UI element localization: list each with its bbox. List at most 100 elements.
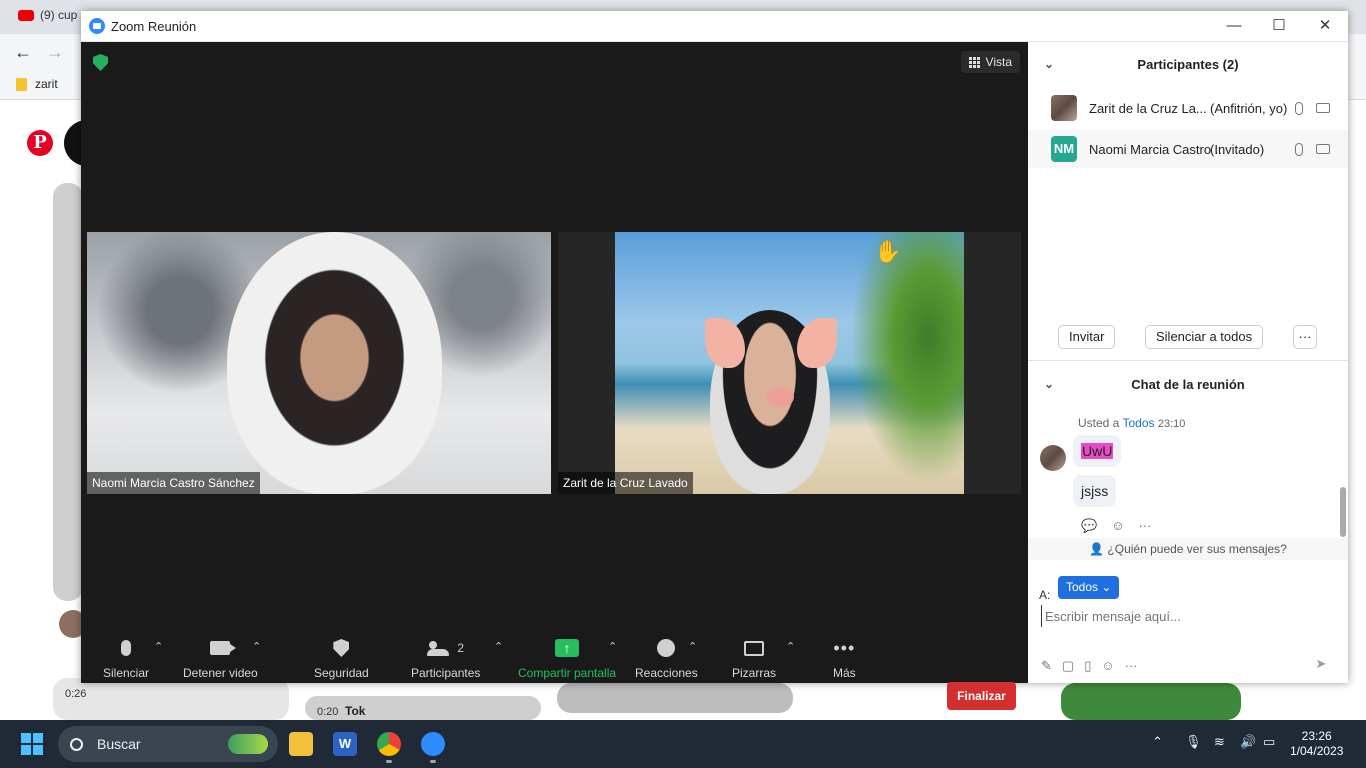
participant-name: Naomi Marcia Castro ... (1089, 141, 1226, 157)
participants-label: Participantes (411, 666, 481, 680)
more-icon[interactable]: ··· (1125, 658, 1138, 674)
encryption-shield-icon[interactable] (93, 54, 108, 71)
recipient-label: A: (1039, 588, 1051, 602)
file-explorer-icon[interactable] (289, 732, 313, 756)
reply-icon[interactable]: 💬 (1081, 518, 1097, 534)
stop-video-label: Detener video (183, 666, 258, 680)
whiteboards-options-caret[interactable]: ⌃ (786, 640, 795, 653)
screenshot-icon[interactable]: ▢ (1062, 658, 1074, 674)
participant-name: Zarit de la Cruz La... (1089, 100, 1207, 116)
minimize-button[interactable]: — (1211, 11, 1257, 42)
running-indicator (430, 760, 436, 763)
share-screen-button[interactable]: ↑ Compartir pantalla (518, 636, 616, 680)
system-clock[interactable]: 23:26 1/04/2023 (1290, 729, 1343, 759)
chrome-icon[interactable] (377, 732, 401, 756)
recipient-dropdown[interactable]: Todos ⌄ (1058, 576, 1120, 599)
chat-title: Chat de la reunión (1131, 376, 1245, 392)
show-hidden-icons[interactable]: ⌃ (1152, 734, 1163, 750)
message-actions: 💬 ☺ ··· (1081, 518, 1151, 534)
microphone-icon[interactable] (1295, 101, 1303, 115)
view-label: Vista (985, 55, 1012, 69)
chat-message[interactable]: UwU (1073, 435, 1122, 467)
video-camera-icon[interactable] (1316, 144, 1330, 154)
mute-all-button[interactable]: Silenciar a todos (1145, 325, 1264, 349)
emoji-icon[interactable]: ☺ (1101, 658, 1114, 674)
participants-icon (427, 641, 450, 656)
microphone-tray-icon[interactable]: 🎙 (1185, 734, 1202, 750)
chevron-down-icon: ⌄ (1101, 580, 1112, 594)
volume-icon[interactable]: 🔊 (1240, 734, 1256, 750)
collapse-chevron-icon[interactable]: ⌄ (1044, 57, 1054, 71)
file-icon[interactable]: ▯ (1084, 658, 1091, 674)
reactions-options-caret[interactable]: ⌃ (688, 640, 697, 653)
invite-button[interactable]: Invitar (1058, 325, 1116, 349)
chat-meta-time: 23:10 (1157, 418, 1186, 430)
chat-input[interactable] (1041, 605, 1336, 627)
whiteboards-button[interactable]: Pizarras (732, 636, 776, 680)
microphone-icon[interactable] (1295, 142, 1303, 156)
end-meeting-button[interactable]: Finalizar (947, 682, 1016, 710)
back-arrow-icon[interactable]: ← (14, 42, 32, 63)
wifi-icon[interactable]: ≋ (1214, 734, 1225, 750)
video-camera-icon (210, 641, 237, 655)
send-icon[interactable]: ➤ (1311, 654, 1331, 674)
security-button[interactable]: Seguridad (314, 636, 369, 680)
pin-card[interactable] (1061, 683, 1241, 720)
video-tile[interactable]: Zarit de la Cruz Lavado (558, 232, 1021, 494)
maximize-button[interactable]: ☐ (1256, 11, 1302, 42)
pinterest-logo[interactable]: P (27, 130, 53, 156)
collapse-chevron-icon[interactable]: ⌄ (1044, 377, 1054, 391)
pin-card[interactable] (53, 183, 83, 601)
more-actions-icon[interactable]: ··· (1138, 518, 1151, 534)
stop-video-button[interactable]: Detener video (183, 636, 258, 680)
more-options-button[interactable]: ··· (1293, 325, 1317, 349)
bookmark-folder[interactable]: zarit (16, 77, 58, 91)
share-options-caret[interactable]: ⌃ (608, 640, 617, 653)
participant-row[interactable]: NM Naomi Marcia Castro ... (Invitado) (1028, 130, 1348, 168)
who-can-see-text: ¿Quién puede ver sus mensajes? (1107, 542, 1287, 556)
mute-button[interactable]: Silenciar (103, 636, 149, 680)
zoom-title-bar: Zoom Reunión — ☐ ✕ (81, 11, 1348, 42)
browser-tab[interactable]: (9) cup (18, 8, 77, 22)
taskbar-search[interactable]: Buscar (58, 726, 278, 762)
share-screen-icon: ↑ (555, 639, 580, 657)
add-reaction-icon[interactable]: ☺ (1111, 518, 1124, 534)
windows-start-icon[interactable] (21, 733, 43, 755)
participants-options-caret[interactable]: ⌃ (494, 640, 503, 653)
more-button[interactable]: ••• Más (833, 636, 856, 680)
participants-button[interactable]: 2 Participantes (411, 636, 480, 680)
chat-scrollbar[interactable] (1340, 487, 1346, 537)
word-icon[interactable]: W (333, 732, 357, 756)
security-shield-icon (333, 639, 350, 657)
format-icon[interactable]: ✎ (1041, 658, 1052, 674)
participant-name-label: Zarit de la Cruz Lavado (558, 472, 693, 494)
video-tile[interactable]: Naomi Marcia Castro Sánchez (87, 232, 551, 494)
browser-tab-title: (9) cup (40, 8, 78, 22)
participant-avatar: NM (1051, 136, 1077, 162)
video-area: Vista Naomi Marcia Castro Sánchez Zarit … (81, 42, 1028, 710)
chat-message[interactable]: jsjss (1073, 475, 1117, 507)
taskbar: Buscar W ⌃ 🎙 ≋ 🔊 ▭ 23:26 1/04/2023 (0, 720, 1366, 768)
view-button[interactable]: Vista (960, 51, 1020, 73)
bookmark-label: zarit (35, 77, 58, 91)
sender-avatar (1040, 445, 1066, 471)
clock-time: 23:26 (1301, 729, 1332, 743)
video-options-caret[interactable]: ⌃ (252, 640, 261, 653)
mute-label: Silenciar (103, 666, 150, 680)
hand-cursor-icon: ✋ (874, 239, 902, 264)
chat-header: ⌄ Chat de la reunión (1028, 362, 1348, 406)
who-can-see-link[interactable]: 👤 ¿Quién puede ver sus mensajes? (1028, 538, 1348, 560)
chat-meta: Usted a Todos 23:10 (1078, 416, 1185, 430)
video-camera-icon[interactable] (1316, 103, 1330, 113)
battery-icon[interactable]: ▭ (1263, 734, 1275, 750)
participant-row[interactable]: Zarit de la Cruz La... (Anfitrión, yo) (1028, 89, 1348, 127)
reactions-icon (657, 639, 676, 657)
grid-icon (968, 56, 980, 68)
recipient-value: Todos (1066, 580, 1099, 594)
participants-header: ⌄ Participantes (2) (1028, 42, 1348, 86)
zoom-app-icon[interactable] (421, 732, 445, 756)
forward-arrow-icon[interactable]: → (46, 42, 64, 63)
audio-options-caret[interactable]: ⌃ (154, 640, 163, 653)
close-button[interactable]: ✕ (1302, 11, 1348, 42)
divider (1028, 360, 1348, 361)
